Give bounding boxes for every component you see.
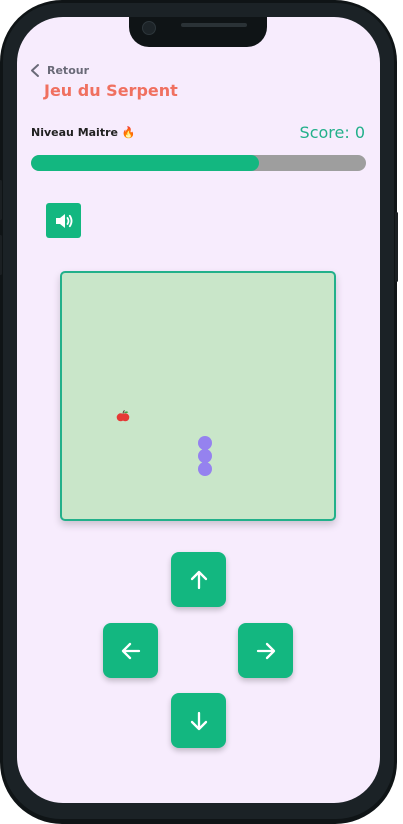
down-button[interactable] [171, 693, 226, 748]
app-screen: Retour Jeu du Serpent Niveau Maitre 🔥 Sc… [17, 17, 380, 803]
arrow-left-icon [121, 642, 140, 659]
right-button[interactable] [238, 623, 293, 678]
sound-toggle-button[interactable] [46, 203, 81, 238]
progress-fill [31, 155, 259, 171]
speaker-volume-icon [55, 213, 72, 228]
level-progress-bar [31, 155, 366, 171]
power-button [395, 212, 398, 282]
snake-body-segment [198, 449, 212, 463]
up-button[interactable] [171, 552, 226, 607]
volume-up-button [0, 180, 2, 220]
chevron-left-icon [31, 64, 39, 77]
snake-tail-segment [198, 462, 212, 476]
notch [129, 17, 267, 47]
volume-down-button [0, 235, 2, 275]
apple-food-icon [116, 409, 130, 422]
game-board [60, 271, 336, 521]
arrow-down-icon [190, 711, 207, 730]
snake-head [198, 436, 212, 450]
phone-frame: Retour Jeu du Serpent Niveau Maitre 🔥 Sc… [0, 0, 398, 824]
back-label: Retour [47, 64, 90, 77]
level-label: Niveau Maitre 🔥 [31, 126, 136, 139]
left-button[interactable] [103, 623, 158, 678]
page-title: Jeu du Serpent [44, 81, 178, 100]
arrow-up-icon [190, 570, 207, 589]
score-label: Score: 0 [299, 123, 365, 142]
speaker-grille [181, 23, 247, 27]
camera-icon [142, 21, 156, 35]
arrow-right-icon [256, 642, 275, 659]
back-button[interactable]: Retour [29, 63, 89, 78]
